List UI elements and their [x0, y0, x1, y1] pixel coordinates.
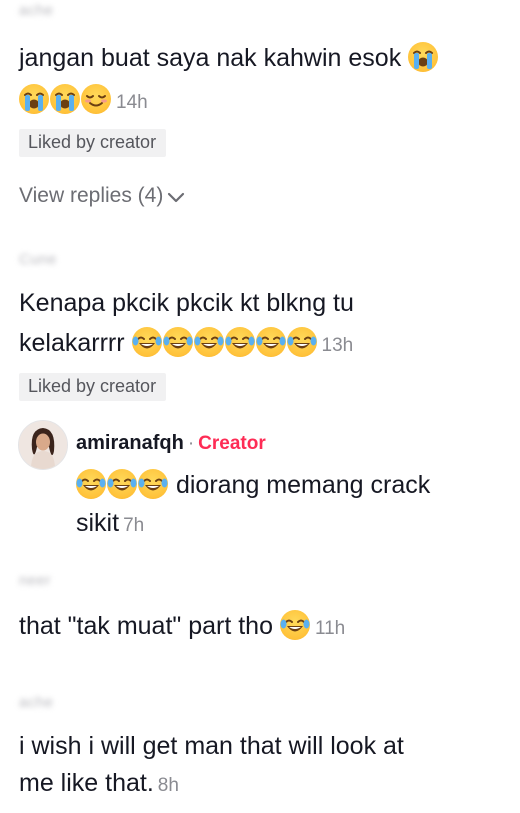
- reply-text-line2: sikit 7h: [76, 504, 144, 545]
- reply-timestamp: 7h: [123, 515, 145, 536]
- joy-emoji: [107, 469, 137, 499]
- comment-text-line2: me like that. 8h: [19, 764, 179, 805]
- separator-dot: ·: [187, 433, 195, 454]
- comment-body: me like that.: [19, 769, 154, 797]
- liked-by-creator-badge: Liked by creator: [19, 129, 167, 157]
- creator-badge: Creator: [198, 433, 266, 454]
- loudly-crying-emoji: [50, 84, 80, 114]
- view-replies-button[interactable]: View replies (4): [19, 184, 185, 208]
- liked-by-creator-badge: Liked by creator: [19, 373, 167, 401]
- loudly-crying-emoji: [408, 42, 439, 72]
- relieved-face-emoji: [81, 84, 111, 114]
- comment-body: that "tak muat" part tho: [19, 612, 273, 640]
- joy-emoji: [279, 610, 310, 640]
- avatar-image: [19, 421, 67, 469]
- comment-body: jangan buat saya nak kahwin esok: [19, 44, 402, 72]
- joy-emoji: [162, 327, 193, 357]
- liked-badge-label: Liked by creator: [19, 373, 167, 401]
- creator-avatar[interactable]: [18, 420, 68, 470]
- comment-text: i wish i will get man that will look at: [19, 732, 404, 760]
- comment-username[interactable]: ache: [19, 2, 54, 19]
- joy-emoji: [224, 327, 255, 357]
- joy-emoji: [255, 327, 286, 357]
- comment-timestamp: 13h: [321, 335, 354, 356]
- reply-text: diorang memang crack: [76, 466, 430, 504]
- reply-header: amiranafqh · Creator: [76, 432, 266, 455]
- comment-text: that "tak muat" part tho 11h: [19, 607, 345, 648]
- joy-emoji: [138, 469, 168, 499]
- comment-text: jangan buat saya nak kahwin esok: [19, 39, 439, 77]
- view-replies-label: View replies (4): [19, 184, 164, 207]
- comment-body: kelakarrrr: [19, 329, 125, 357]
- reply-body-line2: sikit: [76, 509, 120, 537]
- comment-username[interactable]: neer: [19, 572, 51, 589]
- comment-text: Kenapa pkcik pkcik kt blkng tu: [19, 289, 354, 317]
- joy-emoji: [193, 327, 224, 357]
- chevron-down-icon: [168, 192, 185, 203]
- joy-emoji: [131, 327, 162, 357]
- comment-timestamp: 11h: [314, 618, 346, 639]
- reply-username[interactable]: amiranafqh: [76, 432, 184, 454]
- comment-username[interactable]: ache: [19, 694, 54, 711]
- comment-timestamp: 8h: [157, 775, 179, 796]
- reply-body: diorang memang crack: [175, 471, 431, 499]
- comment-timestamp: 14h: [116, 92, 148, 113]
- liked-badge-label: Liked by creator: [19, 129, 167, 157]
- comment-text-line2: 14h: [19, 81, 148, 122]
- loudly-crying-emoji: [19, 84, 49, 114]
- comment-username[interactable]: Cune: [19, 251, 57, 268]
- joy-emoji: [286, 327, 317, 357]
- joy-emoji: [76, 469, 106, 499]
- comment-text-line2: kelakarrrr 13h: [19, 324, 353, 365]
